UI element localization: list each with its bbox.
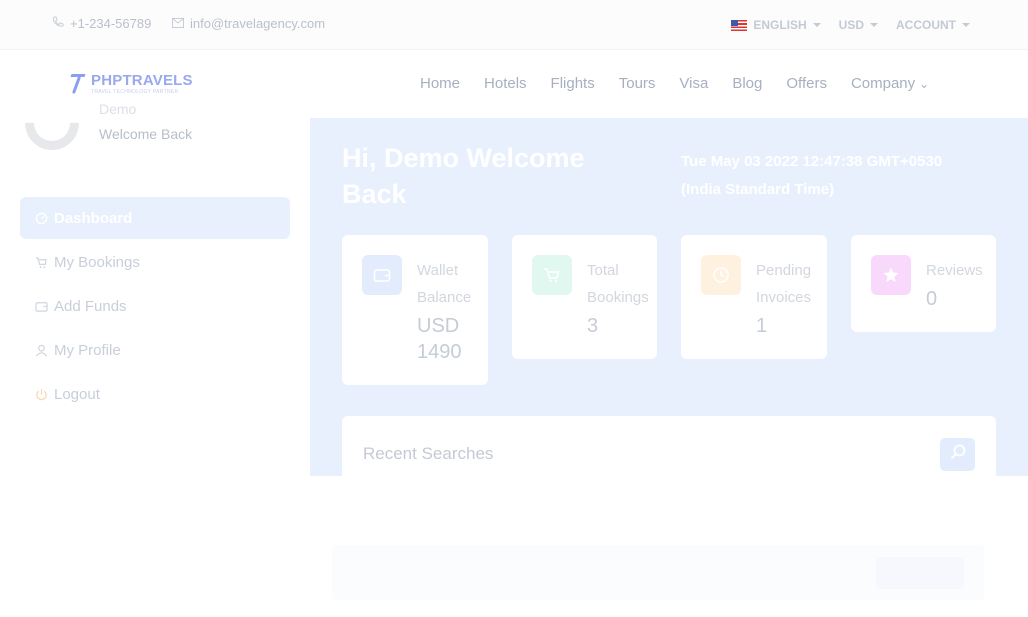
cart-icon <box>532 255 572 295</box>
nav-home[interactable]: Home <box>420 75 460 92</box>
phone-contact[interactable]: +1-234-56789 <box>52 16 151 31</box>
sidebar-menu: Dashboard My Bookings Add Funds My Profi… <box>20 197 290 417</box>
nav-tours[interactable]: Tours <box>619 75 656 92</box>
caret-down-icon <box>962 23 970 27</box>
stat-value: 0 <box>926 288 938 310</box>
stat-label: Reviews <box>926 262 983 279</box>
currency-dropdown[interactable]: USD <box>839 18 878 32</box>
nav-links: Home Hotels Flights Tours Visa Blog Offe… <box>420 75 929 92</box>
phone-icon <box>52 16 64 31</box>
language-label: ENGLISH <box>753 18 807 32</box>
nav-company[interactable]: Company <box>851 75 929 92</box>
nav-blog[interactable]: Blog <box>732 75 762 92</box>
stat-card-invoices[interactable]: Pending Invoices 1 <box>681 235 827 359</box>
nav-flights[interactable]: Flights <box>551 75 595 92</box>
sidebar-item-my-bookings[interactable]: My Bookings <box>20 241 290 283</box>
account-dropdown[interactable]: ACCOUNT <box>896 18 970 32</box>
dashboard-icon <box>34 211 48 225</box>
cart-icon <box>34 255 48 269</box>
sidebar: Demo Welcome Back Dashboard My Bookings … <box>0 84 310 617</box>
language-dropdown[interactable]: ENGLISH <box>731 18 821 32</box>
stat-card-bookings[interactable]: Total Bookings 3 <box>512 235 657 359</box>
currency-label: USD <box>838 18 864 32</box>
user-icon <box>34 343 48 357</box>
account-label: ACCOUNT <box>896 18 956 32</box>
faded-panel <box>332 545 984 600</box>
stat-label: Wallet Balance <box>417 262 472 306</box>
current-datetime: Tue May 03 2022 12:47:38 GMT+0530 (India… <box>681 153 943 198</box>
recent-searches-card: Recent Searches <box>342 416 996 496</box>
stat-value: 1 <box>756 315 768 337</box>
logo-mark-icon <box>68 73 88 95</box>
brand-logo[interactable]: PHPTRAVELS TRAVEL TECHNOLOGY PARTNER <box>68 73 193 95</box>
sidebar-item-label: My Profile <box>54 341 121 359</box>
brand-tagline: TRAVEL TECHNOLOGY PARTNER <box>91 89 179 95</box>
sidebar-item-dashboard[interactable]: Dashboard <box>20 197 290 239</box>
us-flag-icon <box>731 19 748 31</box>
search-button[interactable] <box>940 438 975 471</box>
wallet-icon <box>34 299 48 313</box>
sidebar-item-label: Dashboard <box>54 209 133 227</box>
email-contact[interactable]: info@travelagency.com <box>172 16 325 31</box>
power-icon <box>34 387 48 401</box>
sidebar-item-label: Logout <box>54 385 100 403</box>
stat-card-reviews[interactable]: Reviews 0 <box>851 235 996 332</box>
nav-hotels[interactable]: Hotels <box>484 75 527 92</box>
caret-down-icon <box>812 23 821 27</box>
caret-down-icon <box>870 23 878 27</box>
stat-label: Pending Invoices <box>756 262 812 306</box>
stat-value: USD 1490 <box>417 315 462 363</box>
phone-number: +1-234-56789 <box>70 16 152 31</box>
sidebar-item-logout[interactable]: Logout <box>20 373 290 415</box>
sidebar-item-my-profile[interactable]: My Profile <box>20 329 290 371</box>
user-name: Demo <box>99 101 137 117</box>
stat-value: 3 <box>587 315 599 337</box>
clock-icon <box>701 255 741 295</box>
faded-button[interactable] <box>876 557 964 589</box>
sidebar-item-label: My Bookings <box>54 253 140 271</box>
main-navbar: PHPTRAVELS TRAVEL TECHNOLOGY PARTNER Hom… <box>0 50 1028 118</box>
nav-visa[interactable]: Visa <box>679 75 708 92</box>
brand-name: PHPTRAVELS <box>91 72 193 89</box>
sidebar-item-label: Add Funds <box>54 297 127 315</box>
email-address: info@travelagency.com <box>190 16 326 31</box>
wallet-icon <box>362 255 402 295</box>
sidebar-item-add-funds[interactable]: Add Funds <box>20 285 290 327</box>
recent-searches-title: Recent Searches <box>363 444 494 463</box>
welcome-text: Welcome Back <box>99 126 193 142</box>
search-icon <box>949 443 967 466</box>
page-title: Hi, Demo Welcome Back <box>342 143 585 209</box>
nav-offers[interactable]: Offers <box>786 75 827 92</box>
star-icon <box>871 255 911 295</box>
mail-icon <box>172 16 184 31</box>
stat-card-wallet[interactable]: Wallet Balance USD 1490 <box>342 235 488 385</box>
stat-label: Total Bookings <box>587 262 649 306</box>
top-bar: +1-234-56789 info@travelagency.com ENGLI… <box>0 0 1028 50</box>
